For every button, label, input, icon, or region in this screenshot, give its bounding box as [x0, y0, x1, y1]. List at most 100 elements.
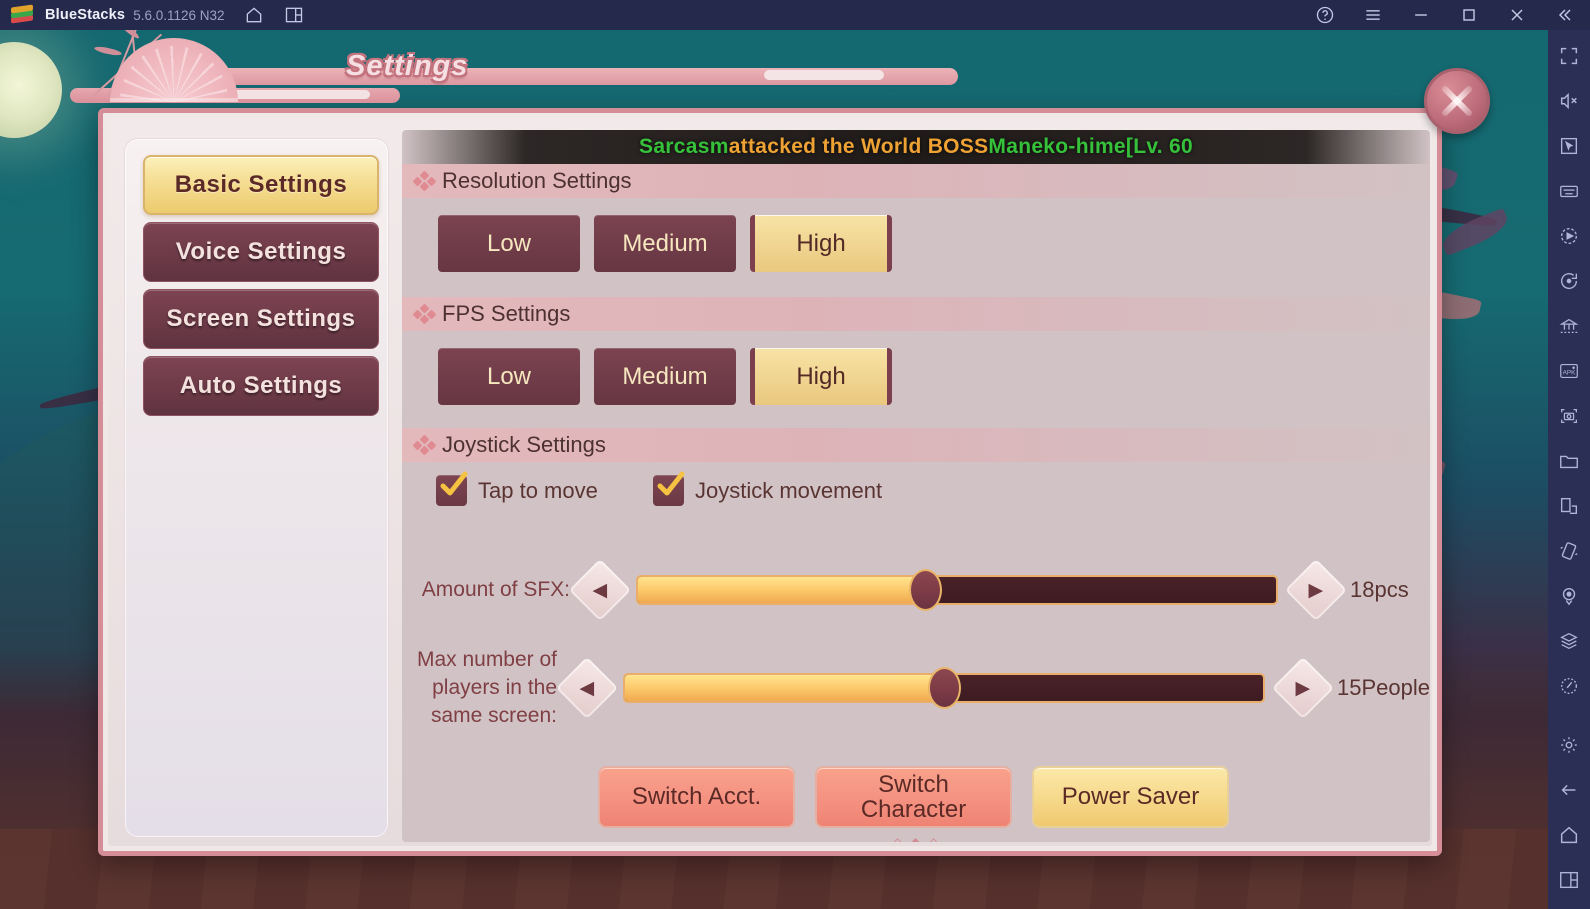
section-header-resolution: Resolution Settings — [402, 164, 1430, 198]
dialog-body: Basic Settings Voice Settings Screen Set… — [108, 118, 1432, 846]
players-decrease-button[interactable]: ◀ — [555, 656, 619, 720]
nav-label: Screen Settings — [166, 305, 356, 332]
switch-account-button[interactable]: Switch Acct. — [598, 766, 795, 828]
slider-row-sfx: Amount of SFX: ◀ ▶ 18pcs — [402, 558, 1430, 622]
section-header-joystick: Joystick Settings — [402, 428, 1430, 462]
media-folder-icon[interactable] — [1553, 445, 1585, 477]
settings-nav-panel: Basic Settings Voice Settings Screen Set… — [124, 138, 389, 838]
slider-label-players: Max number of players in the same screen… — [402, 646, 557, 730]
sfx-slider-knob[interactable] — [909, 569, 943, 611]
checkbox-tap-to-move[interactable]: Tap to move — [436, 471, 598, 506]
nav-label: Voice Settings — [175, 238, 347, 265]
page-title: Settings — [346, 50, 469, 82]
cursor-icon[interactable] — [1553, 130, 1585, 162]
diamond-ornament-icon — [412, 170, 437, 192]
home-icon[interactable] — [243, 4, 265, 26]
location-icon[interactable] — [1553, 580, 1585, 612]
help-icon[interactable] — [1314, 4, 1336, 26]
gear-icon[interactable] — [1553, 729, 1585, 761]
section-title: Joystick Settings — [442, 432, 606, 457]
multi-instance-icon[interactable] — [283, 4, 305, 26]
option-label: Medium — [622, 229, 708, 257]
players-slider-fill — [625, 675, 945, 701]
diamond-ornament-icon — [412, 303, 437, 325]
switch-character-button[interactable]: Switch Character — [815, 766, 1012, 828]
announcement-boss-name: Maneko-hime[Lv. 60 — [988, 135, 1193, 158]
menu-icon[interactable] — [1362, 4, 1384, 26]
minimize-icon[interactable] — [1410, 4, 1432, 26]
close-icon[interactable] — [1506, 4, 1528, 26]
checkbox-label: Joystick movement — [695, 477, 883, 503]
announcement-action-text: attacked the World BOSS — [728, 135, 989, 158]
button-label: Power Saver — [1061, 783, 1200, 811]
shake-icon[interactable] — [1553, 535, 1585, 567]
check-icon — [657, 471, 685, 496]
app-title: BlueStacks — [45, 7, 126, 23]
tools-sidebar: APK — [1548, 30, 1590, 909]
dialog-frame: Basic Settings Voice Settings Screen Set… — [98, 108, 1442, 856]
multi-instance-manager-icon[interactable] — [1553, 310, 1585, 342]
maximize-icon[interactable] — [1458, 4, 1480, 26]
sfx-value: 18pcs — [1350, 577, 1409, 602]
checkbox-box — [436, 471, 468, 506]
players-slider-knob[interactable] — [928, 667, 962, 709]
button-label: Switch Character — [860, 770, 967, 823]
back-arrow-icon[interactable] — [1553, 774, 1585, 806]
collapse-icon[interactable] — [1554, 4, 1576, 26]
diamond-ornament-icon — [412, 434, 437, 456]
window-titlebar: BlueStacks 5.6.0.1126 N32 — [0, 0, 1590, 30]
announcement-player-name: Sarcasm — [639, 135, 729, 158]
players-increase-button[interactable]: ▶ — [1271, 656, 1335, 720]
home-icon[interactable] — [1553, 819, 1585, 851]
background-moon — [0, 42, 62, 138]
sidebar-item-basic-settings[interactable]: Basic Settings — [143, 155, 379, 215]
sidebar-item-voice-settings[interactable]: Voice Settings — [143, 222, 379, 282]
recent-apps-icon[interactable] — [1553, 864, 1585, 896]
eco-mode-icon[interactable] — [1553, 670, 1585, 702]
nav-label: Basic Settings — [174, 171, 348, 198]
fullscreen-icon[interactable] — [1553, 40, 1585, 72]
slider-label-line: same screen: — [430, 704, 558, 727]
install-apk-icon[interactable]: APK — [1553, 355, 1585, 387]
sidebar-item-screen-settings[interactable]: Screen Settings — [143, 289, 379, 349]
resolution-option-high[interactable]: High — [750, 215, 892, 272]
resolution-option-low[interactable]: Low — [438, 215, 580, 272]
fps-option-high[interactable]: High — [750, 348, 892, 405]
sfx-slider-fill — [638, 577, 926, 603]
svg-text:APK: APK — [1563, 370, 1577, 377]
macro-play-icon[interactable] — [1553, 220, 1585, 252]
chevron-right-icon: ▶ — [1295, 677, 1311, 699]
option-label: High — [796, 362, 846, 390]
app-root: BlueStacks 5.6.0.1126 N32 APK Settings B… — [0, 0, 1590, 909]
rotate-icon[interactable] — [1553, 265, 1585, 297]
fps-option-low[interactable]: Low — [438, 348, 580, 405]
world-boss-announcement: Sarcasm attacked the World BOSS Maneko-h… — [402, 130, 1430, 164]
settings-dialog: Settings Basic Settings Voice Settings S… — [70, 4, 1490, 856]
sfx-decrease-button[interactable]: ◀ — [568, 558, 632, 622]
players-value: 15People — [1337, 675, 1430, 700]
players-slider-track[interactable] — [623, 667, 1266, 709]
section-title: FPS Settings — [442, 301, 571, 326]
screenshot-icon[interactable] — [1553, 400, 1585, 432]
mute-icon[interactable] — [1553, 85, 1585, 117]
sfx-increase-button[interactable]: ▶ — [1284, 558, 1348, 622]
slider-label-sfx: Amount of SFX: — [421, 578, 570, 601]
nav-label: Auto Settings — [179, 372, 343, 399]
app-version: 5.6.0.1126 N32 — [133, 7, 225, 23]
checkbox-joystick-movement[interactable]: Joystick movement — [653, 471, 883, 506]
chevron-left-icon: ◀ — [579, 677, 595, 699]
keyboard-icon[interactable] — [1553, 175, 1585, 207]
resolution-option-medium[interactable]: Medium — [594, 215, 736, 272]
option-label: High — [796, 229, 846, 257]
section-header-fps: FPS Settings — [402, 297, 1430, 331]
checkbox-box — [653, 471, 685, 506]
power-saver-button[interactable]: Power Saver — [1032, 766, 1229, 828]
copy-to-pc-icon[interactable] — [1553, 490, 1585, 522]
dialog-close-button[interactable] — [1424, 68, 1490, 134]
layers-icon[interactable] — [1553, 625, 1585, 657]
settings-content-panel: Sarcasm attacked the World BOSS Maneko-h… — [402, 130, 1430, 842]
sfx-slider-track[interactable] — [636, 569, 1278, 611]
fps-option-medium[interactable]: Medium — [594, 348, 736, 405]
sidebar-item-auto-settings[interactable]: Auto Settings — [143, 356, 379, 416]
check-icon — [440, 471, 468, 496]
